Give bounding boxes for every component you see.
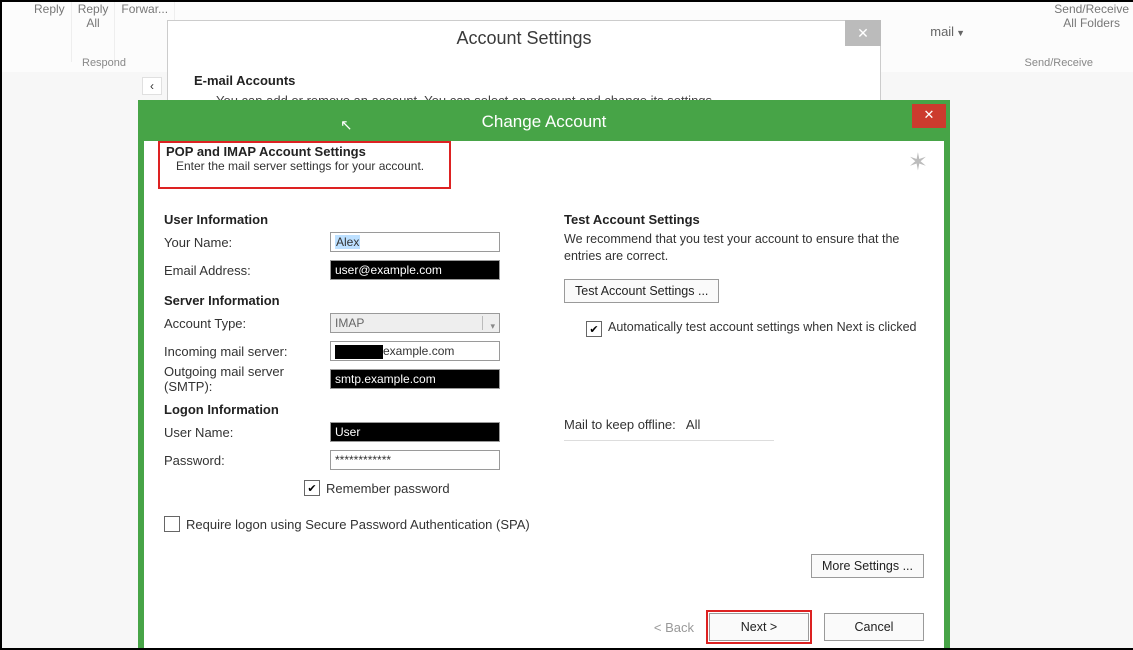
dialog-header-highlight: POP and IMAP Account Settings Enter the … <box>158 141 451 189</box>
outgoing-server-label: Outgoing mail server (SMTP): <box>164 364 330 394</box>
ribbon-reply-all-label1: Reply <box>78 2 109 16</box>
ribbon-group-respond: Respond <box>82 57 126 69</box>
username-input[interactable]: User <box>330 422 500 442</box>
account-settings-close-button[interactable]: ✕ <box>845 20 881 46</box>
change-account-dialog: Change Account ↖ ✕ POP and IMAP Account … <box>138 100 950 650</box>
change-account-titlebar: Change Account <box>144 105 944 141</box>
more-settings-button[interactable]: More Settings ... <box>811 554 924 578</box>
back-button: < Back <box>654 620 694 635</box>
test-settings-heading: Test Account Settings <box>564 212 920 227</box>
ribbon-send-receive[interactable]: Send/ReceiveAll Folders <box>1048 2 1133 62</box>
account-type-value: IMAP <box>335 316 364 330</box>
account-type-select: IMAP ▾ <box>330 313 500 333</box>
ribbon-forward-label: Forwar... <box>121 2 168 16</box>
password-label: Password: <box>164 453 330 468</box>
next-button[interactable]: Next > <box>709 613 809 641</box>
chevron-down-icon: ▼ <box>956 28 965 38</box>
email-address-value: user@example.com <box>335 261 475 279</box>
username-value: User <box>335 423 415 441</box>
spa-label: Require logon using Secure Password Auth… <box>186 517 530 532</box>
ribbon-reply-all[interactable]: ReplyAll <box>72 2 116 62</box>
username-label: User Name: <box>164 425 330 440</box>
your-name-value: Alex <box>335 235 360 249</box>
ribbon-reply[interactable]: Reply <box>28 2 72 62</box>
wizard-click-icon: ✶ <box>908 148 928 177</box>
cancel-button[interactable]: Cancel <box>824 613 924 641</box>
mail-keep-value: All <box>686 417 700 432</box>
test-settings-text: We recommend that you test your account … <box>564 231 920 265</box>
password-value: ************ <box>335 453 391 467</box>
logon-info-heading: Logon Information <box>164 402 564 417</box>
server-info-heading: Server Information <box>164 293 564 308</box>
your-name-input[interactable]: Alex <box>330 232 500 252</box>
mail-keep-label: Mail to keep offline: <box>564 417 676 432</box>
email-address-label: Email Address: <box>164 263 330 278</box>
email-address-input[interactable]: user@example.com <box>330 260 500 280</box>
dialog-footer: < Back Next > Cancel <box>144 602 944 650</box>
password-input[interactable]: ************ <box>330 450 500 470</box>
spa-checkbox[interactable] <box>164 516 180 532</box>
ribbon-sr-l2: All Folders <box>1063 16 1120 30</box>
mail-keep-slider[interactable] <box>564 440 774 441</box>
email-accounts-heading: E-mail Accounts <box>194 73 295 88</box>
left-column: User Information Your Name: Alex Email A… <box>164 206 564 541</box>
ribbon-reply-all-label2: All <box>86 16 99 30</box>
ribbon-sr-l1: Send/Receive <box>1054 2 1129 16</box>
incoming-server-value: example.com <box>383 344 454 358</box>
ribbon-reply-label: Reply <box>34 2 65 16</box>
account-type-label: Account Type: <box>164 316 330 331</box>
ribbon-email-label: mail <box>930 24 954 39</box>
account-settings-title: Account Settings <box>168 21 880 55</box>
test-settings-button[interactable]: Test Account Settings ... <box>564 279 719 303</box>
next-button-highlight: Next > <box>706 610 812 644</box>
chevron-down-icon: ▾ <box>490 317 495 335</box>
outgoing-server-input[interactable]: smtp.example.com <box>330 369 500 389</box>
pop-imap-heading: POP and IMAP Account Settings <box>166 144 443 159</box>
auto-test-checkbox[interactable]: ✔ <box>586 321 602 337</box>
pop-imap-sub: Enter the mail server settings for your … <box>176 159 443 173</box>
remember-password-checkbox[interactable]: ✔ <box>304 480 320 496</box>
auto-test-label: Automatically test account settings when… <box>608 319 916 335</box>
ribbon-email-dropdown[interactable]: mail▼ <box>930 24 965 39</box>
outgoing-server-value: smtp.example.com <box>335 370 455 388</box>
right-column: Test Account Settings We recommend that … <box>564 206 920 441</box>
remember-password-label: Remember password <box>326 481 450 496</box>
incoming-server-input[interactable]: example.com <box>330 341 500 361</box>
user-info-heading: User Information <box>164 212 564 227</box>
nav-collapse-icon[interactable]: ‹ <box>142 77 162 95</box>
incoming-server-label: Incoming mail server: <box>164 344 330 359</box>
your-name-label: Your Name: <box>164 235 330 250</box>
change-account-title: Change Account <box>482 112 607 131</box>
change-account-close-button[interactable]: ✕ <box>912 104 946 128</box>
incoming-masked <box>335 345 383 359</box>
ribbon-group-sendreceive: Send/Receive <box>1025 57 1094 69</box>
